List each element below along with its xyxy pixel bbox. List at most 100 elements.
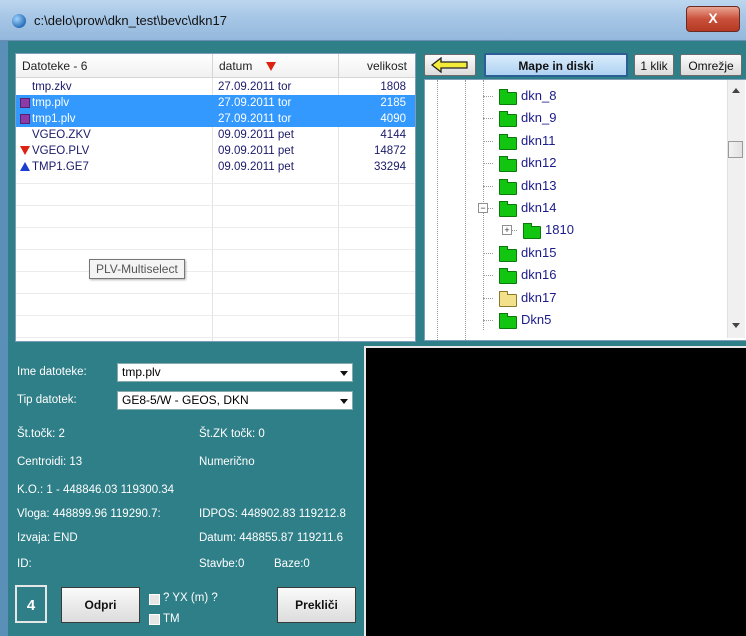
file-date-cell: 09.09.2011 pet [218,129,294,141]
file-type-select[interactable]: GE8-5/W - GEOS, DKN [117,391,353,410]
id-label: ID: [17,558,32,570]
file-date-cell: 27.09.2011 tor [218,97,292,109]
folder-icon [499,156,517,173]
tree-node[interactable]: dkn11 [521,131,555,151]
file-name-cell: VGEO.ZKV [32,129,91,141]
file-size-cell: 1808 [380,81,406,93]
expand-icon[interactable]: + [502,225,512,236]
folder-icon [499,89,517,105]
column-header-size[interactable]: velikost [339,54,415,78]
izvaja-value: Izvaja: END [17,532,78,544]
folder-icon [499,313,517,329]
column-header-date[interactable]: datum [213,54,339,78]
tree-node[interactable]: dkn14 [521,198,556,218]
tree-branch-line [483,96,493,97]
file-row[interactable]: tmp1.plv 27.09.2011 tor 4090 [16,111,415,127]
centroid-count: Centroidi: 13 [17,456,83,468]
numeric-status: Numerično [199,456,255,468]
file-date-cell: 09.09.2011 pet [218,145,294,157]
preview-canvas[interactable] [364,346,746,636]
file-name-cell: TMP1.GE7 [20,159,210,175]
tree-guide-line [437,80,438,340]
file-size-cell: 14872 [374,145,406,157]
folder-icon [499,245,517,262]
tree-node[interactable]: 1810 [545,220,574,240]
folder-icon [499,201,517,217]
grid-line [16,293,415,294]
grid-line [16,337,415,338]
blue-up-triangle-icon [20,162,30,172]
scroll-thumb[interactable] [728,141,743,158]
tm-checkbox[interactable] [149,614,160,625]
point-count: Št.točk: 2 [17,428,65,440]
file-list[interactable]: Datoteke - 6 datum velikost tmp.zkv 27.09… [15,53,416,342]
scroll-up-icon[interactable] [732,88,740,93]
file-row[interactable]: VGEO.ZKV 09.09.2011 pet 4144 [16,127,415,143]
close-button[interactable]: X [686,6,740,32]
tree-node[interactable]: dkn_8 [521,86,556,106]
file-date-cell: 27.09.2011 tor [218,81,292,93]
folder-icon [499,111,517,128]
folder-icon [499,133,517,150]
file-type-label: Tip datotek: [17,394,77,406]
file-row[interactable]: tmp.zkv 27.09.2011 tor 1808 [16,79,415,95]
selected-count: 4 [15,585,47,623]
grid-line [16,205,415,206]
tm-label: TM [163,613,180,625]
yx-checkbox[interactable] [149,594,160,605]
chevron-down-icon[interactable] [340,399,348,404]
tree-branch-line [483,252,493,254]
up-folder-button[interactable] [424,54,476,76]
file-name-label: Ime datoteke: [17,366,87,378]
tree-guide-line [465,80,466,340]
tree-node[interactable]: dkn12 [521,153,556,173]
file-name-combo[interactable]: tmp.plv [117,363,353,382]
collapse-icon[interactable]: − [478,203,488,213]
cancel-button[interactable]: Prekliči [277,587,356,623]
file-row[interactable]: TMP1.GE7 09.09.2011 pet 33294 [16,159,415,175]
file-row[interactable]: tmp.plv 27.09.2011 tor 2185 [16,95,415,111]
tooltip: PLV-Multiselect [89,259,185,279]
open-button[interactable]: Odpri [61,587,140,623]
tree-node[interactable]: Dkn5 [521,310,551,330]
tree-node[interactable]: dkn16 [521,265,556,285]
file-size-cell: 4090 [380,113,406,125]
scroll-down-icon[interactable] [732,323,740,328]
stavbe-count: Stavbe:0 [199,558,245,570]
tree-branch-line [483,118,493,120]
grid-line [16,315,415,316]
tree-scrollbar[interactable] [727,80,745,338]
datum-coordinates: Datum: 448855.87 119211.6 [199,532,344,544]
folder-icon [523,223,541,240]
tree-branch-line [483,275,493,277]
window-title: c:\delo\prow\dkn_test\bevc\dkn17 [34,13,227,28]
tree-node[interactable]: dkn_9 [521,108,556,128]
column-header-name[interactable]: Datoteke - 6 [16,54,213,78]
folder-tree[interactable]: dkn_8 dkn_9 dkn11 dkn12 dkn13 − dkn14 +1810 dkn1… [424,79,746,341]
chevron-down-icon[interactable] [340,371,348,376]
one-click-button[interactable]: 1 klik [634,54,674,76]
file-name-cell: VGEO.PLV [20,143,210,159]
tree-node[interactable]: dkn15 [521,243,556,263]
file-date-cell: 27.09.2011 tor [218,113,292,125]
file-row[interactable]: VGEO.PLV 09.09.2011 pet 14872 [16,143,415,159]
grid-line [16,227,415,228]
multiselect-icon [20,113,30,124]
tree-node[interactable]: dkn17 [521,288,556,308]
red-down-triangle-icon [20,146,30,156]
zk-point-count: Št.ZK točk: 0 [199,428,265,440]
tree-branch-line [483,297,493,299]
open-folder-icon [499,290,517,307]
baze-count: Baze:0 [274,558,310,570]
tree-node[interactable]: dkn13 [521,176,556,196]
tree-branch-line [483,320,493,321]
idpos-coordinates: IDPOS: 448902.83 119212.8 [199,508,346,520]
mape-in-diski-button[interactable]: Mape in diski [484,53,628,77]
file-name-cell: tmp.zkv [32,81,72,93]
file-name-cell: tmp.plv [20,95,210,111]
vloga-coordinates: Vloga: 448899.96 119290.7: [17,508,161,520]
network-button[interactable]: Omrežje [680,54,742,76]
grid-line [16,271,415,272]
grid-line [16,249,415,250]
sort-down-icon [266,62,277,72]
